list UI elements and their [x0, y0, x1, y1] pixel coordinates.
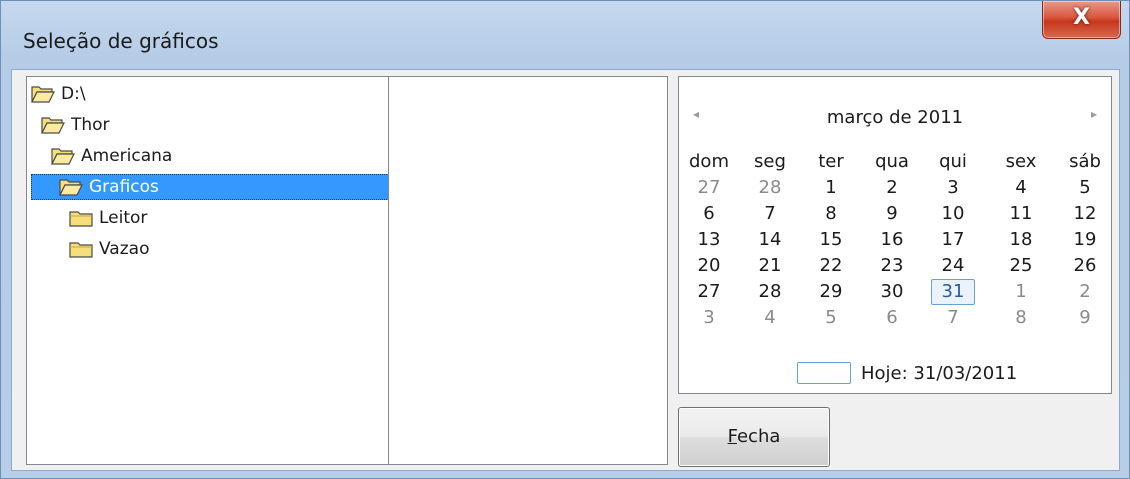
- calendar-day[interactable]: 7: [748, 203, 792, 224]
- today-label[interactable]: Hoje: 31/03/2011: [861, 363, 1017, 384]
- tree-item-label: Vazao: [99, 239, 150, 259]
- calendar-day[interactable]: 29: [809, 281, 853, 302]
- calendar-day[interactable]: 11: [999, 203, 1043, 224]
- tree-item[interactable]: Americana: [51, 143, 174, 169]
- weekday-header: ter: [818, 151, 844, 172]
- weekday-header: dom: [689, 151, 729, 172]
- calendar-day[interactable]: 2: [870, 177, 914, 198]
- calendar-day[interactable]: 5: [1063, 177, 1107, 198]
- dialog-window: Seleção de gráficos X D:\ Thor Americana Gr…: [0, 0, 1130, 479]
- calendar-day[interactable]: 3: [687, 307, 731, 328]
- weekday-header: seg: [754, 151, 786, 172]
- calendar-day[interactable]: 12: [1063, 203, 1107, 224]
- open-folder-icon: [31, 84, 55, 104]
- calendar-day[interactable]: 16: [870, 229, 914, 250]
- tree-item[interactable]: Vazao: [69, 236, 151, 262]
- calendar-day[interactable]: 18: [999, 229, 1043, 250]
- tree-item-label: Americana: [81, 146, 173, 166]
- calendar-day[interactable]: 26: [1063, 255, 1107, 276]
- closed-folder-icon: [69, 208, 93, 228]
- calendar-day[interactable]: 15: [809, 229, 853, 250]
- folder-tree[interactable]: D:\ Thor Americana Graficos Leitor Vazao: [26, 76, 397, 465]
- window-title: Seleção de gráficos: [23, 29, 219, 53]
- tree-item-label: Graficos: [89, 177, 159, 197]
- fecha-button[interactable]: Fecha: [678, 407, 830, 467]
- tree-item[interactable]: Leitor: [69, 205, 149, 231]
- calendar-day[interactable]: 9: [870, 203, 914, 224]
- calendar-day[interactable]: 20: [687, 255, 731, 276]
- calendar-day[interactable]: 6: [687, 203, 731, 224]
- calendar-day[interactable]: 21: [748, 255, 792, 276]
- calendar-day[interactable]: 8: [809, 203, 853, 224]
- weekday-header: sex: [1005, 151, 1037, 172]
- weekday-header: qua: [875, 151, 909, 172]
- calendar-day[interactable]: 5: [809, 307, 853, 328]
- calendar-day[interactable]: 9: [1063, 307, 1107, 328]
- calendar-day[interactable]: 8: [999, 307, 1043, 328]
- open-folder-icon: [59, 177, 83, 197]
- calendar-day[interactable]: 7: [931, 307, 975, 328]
- calendar-day[interactable]: 24: [931, 255, 975, 276]
- calendar-day[interactable]: 22: [809, 255, 853, 276]
- calendar-day[interactable]: 2: [1063, 281, 1107, 302]
- calendar-day[interactable]: 10: [931, 203, 975, 224]
- calendar-day[interactable]: 30: [870, 281, 914, 302]
- calendar-day[interactable]: 6: [870, 307, 914, 328]
- calendar-day[interactable]: 1: [999, 281, 1043, 302]
- calendar-day[interactable]: 14: [748, 229, 792, 250]
- calendar-day[interactable]: 4: [999, 177, 1043, 198]
- open-folder-icon: [51, 146, 75, 166]
- tree-item-label: D:\: [61, 84, 86, 104]
- calendar-day[interactable]: 28: [748, 177, 792, 198]
- calendar-day[interactable]: 27: [687, 281, 731, 302]
- calendar-day[interactable]: 4: [748, 307, 792, 328]
- file-list[interactable]: [388, 76, 668, 465]
- closed-folder-icon: [69, 239, 93, 259]
- calendar-day[interactable]: 23: [870, 255, 914, 276]
- fecha-accesskey: F: [727, 426, 737, 447]
- tree-item-label: Thor: [71, 115, 110, 135]
- close-icon: X: [1073, 5, 1090, 30]
- calendar-day[interactable]: 17: [931, 229, 975, 250]
- calendar-month-title[interactable]: março de 2011: [679, 107, 1111, 128]
- calendar-day[interactable]: 27: [687, 177, 731, 198]
- calendar-day[interactable]: 25: [999, 255, 1043, 276]
- tree-item[interactable]: Graficos: [31, 174, 397, 200]
- calendar-day[interactable]: 3: [931, 177, 975, 198]
- today-marker: [797, 362, 851, 384]
- close-button[interactable]: X: [1042, 1, 1121, 39]
- title-bar[interactable]: Seleção de gráficos X: [1, 1, 1129, 71]
- calendar-day[interactable]: 13: [687, 229, 731, 250]
- calendar-day-today[interactable]: 31: [931, 279, 975, 305]
- calendar-day[interactable]: 19: [1063, 229, 1107, 250]
- tree-item-label: Leitor: [99, 208, 148, 228]
- weekday-header: sáb: [1069, 151, 1101, 172]
- open-folder-icon: [41, 115, 65, 135]
- tree-item[interactable]: D:\: [31, 81, 88, 107]
- dialog-client-area: D:\ Thor Americana Graficos Leitor Vazao ◂ ▸ …: [11, 69, 1120, 471]
- calendar-day[interactable]: 28: [748, 281, 792, 302]
- calendar-day[interactable]: 1: [809, 177, 853, 198]
- tree-item[interactable]: Thor: [41, 112, 112, 138]
- weekday-header: qui: [939, 151, 967, 172]
- fecha-label: echa: [736, 426, 781, 447]
- month-calendar[interactable]: ◂ ▸ março de 2011 Hoje: 31/03/2011 dom se…: [678, 76, 1112, 394]
